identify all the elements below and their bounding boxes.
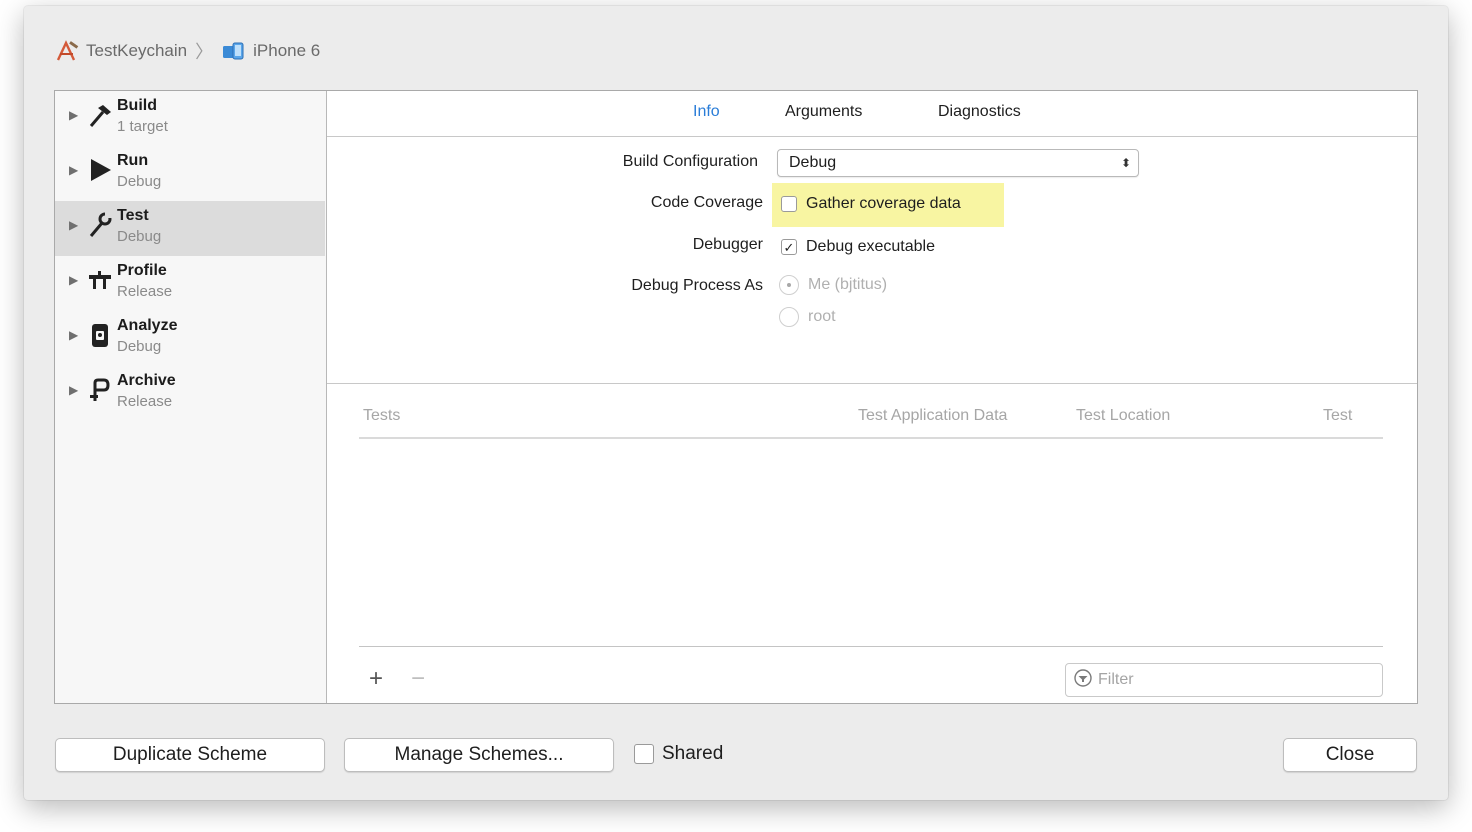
sidebar-item-sublabel: Debug	[117, 173, 162, 190]
close-button[interactable]: Close	[1283, 738, 1417, 772]
shared-checkbox-row[interactable]: Shared	[634, 743, 723, 765]
radio-me[interactable]	[779, 275, 799, 295]
sidebar-item-label: Build	[117, 97, 157, 114]
sidebar-item-test[interactable]: ▶ Test Debug	[55, 201, 325, 256]
scheme-editor-window: TestKeychain 〉 iPhone 6 ▶ Build 1 target	[24, 6, 1448, 800]
tests-table-body[interactable]	[359, 441, 1383, 646]
debugger-label: Debugger	[692, 236, 763, 253]
tab-info[interactable]: Info	[693, 103, 720, 121]
manage-schemes-button[interactable]: Manage Schemes...	[344, 738, 614, 772]
radio-root-row[interactable]: root	[779, 307, 836, 327]
breadcrumb: TestKeychain 〉 iPhone 6	[54, 40, 320, 62]
shared-label: Shared	[662, 743, 724, 764]
tests-table-header: Tests Test Application Data Test Locatio…	[359, 405, 1383, 439]
sidebar-item-profile[interactable]: ▶ Profile Release	[55, 256, 325, 311]
sidebar-item-label: Test	[117, 207, 149, 224]
duplicate-scheme-button[interactable]: Duplicate Scheme	[55, 738, 325, 772]
build-configuration-select[interactable]: Debug ⬍	[777, 149, 1139, 177]
sidebar-item-label: Run	[117, 152, 149, 169]
disclosure-triangle-icon[interactable]: ▶	[69, 218, 81, 232]
tab-bar: Info Arguments Diagnostics	[327, 91, 1417, 137]
sidebar-item-build[interactable]: ▶ Build 1 target	[55, 91, 325, 146]
column-header-test[interactable]: Test	[1323, 407, 1352, 425]
debug-executable-checkbox[interactable]: ✓	[781, 239, 797, 255]
radio-me-row[interactable]: Me (bjtitus)	[779, 275, 887, 295]
tab-arguments[interactable]: Arguments	[785, 103, 862, 121]
play-icon	[85, 155, 115, 185]
sidebar-item-sublabel: Release	[117, 393, 173, 410]
disclosure-triangle-icon[interactable]: ▶	[69, 163, 81, 177]
table-bottom-divider	[359, 646, 1383, 647]
sidebar-item-analyze[interactable]: ▶ Analyze Debug	[55, 311, 325, 366]
gather-coverage-row[interactable]: Gather coverage data	[781, 195, 961, 213]
filter-icon	[1074, 668, 1092, 692]
debug-executable-row[interactable]: ✓ Debug executable	[781, 238, 935, 256]
filter-placeholder: Filter	[1098, 671, 1134, 688]
analyze-icon	[85, 320, 115, 350]
column-header-tests[interactable]: Tests	[363, 407, 400, 425]
filter-field[interactable]: Filter	[1065, 663, 1383, 697]
chevron-right-icon: 〉	[195, 42, 214, 62]
section-divider	[327, 383, 1417, 384]
breadcrumb-device[interactable]: iPhone 6	[253, 41, 320, 61]
disclosure-triangle-icon[interactable]: ▶	[69, 328, 81, 342]
gather-coverage-label: Gather coverage data	[806, 195, 961, 212]
breadcrumb-project[interactable]: TestKeychain	[86, 41, 187, 61]
disclosure-triangle-icon[interactable]: ▶	[69, 383, 81, 397]
sidebar-item-label: Analyze	[117, 317, 178, 334]
scheme-editor-pane: ▶ Build 1 target ▶ Run Debug ▶ Test Debu…	[54, 90, 1418, 704]
shared-checkbox[interactable]	[634, 744, 654, 764]
xcode-project-icon	[54, 40, 80, 62]
remove-icon[interactable]: −	[411, 665, 425, 693]
profile-tools-icon	[85, 265, 115, 295]
column-header-test-location[interactable]: Test Location	[1076, 407, 1170, 425]
sidebar-item-run[interactable]: ▶ Run Debug	[55, 146, 325, 201]
updown-arrows-icon: ⬍	[1120, 156, 1131, 170]
sidebar-item-sublabel: 1 target	[117, 118, 168, 135]
build-configuration-value: Debug	[789, 154, 837, 171]
code-coverage-label: Code Coverage	[650, 194, 763, 211]
disclosure-triangle-icon[interactable]: ▶	[69, 108, 81, 122]
sidebar-item-label: Archive	[117, 372, 176, 389]
hammer-icon	[85, 100, 115, 130]
radio-me-label: Me (bjtitus)	[808, 276, 888, 293]
gather-coverage-checkbox[interactable]	[781, 196, 797, 212]
radio-root[interactable]	[779, 307, 799, 327]
sidebar-item-sublabel: Release	[117, 283, 173, 300]
scheme-actions-sidebar: ▶ Build 1 target ▶ Run Debug ▶ Test Debu…	[55, 91, 327, 703]
debug-process-as-label: Debug Process As	[631, 277, 763, 294]
sidebar-item-sublabel: Debug	[117, 228, 162, 245]
archive-icon	[85, 375, 115, 405]
sidebar-item-sublabel: Debug	[117, 338, 162, 355]
tab-diagnostics[interactable]: Diagnostics	[938, 103, 1021, 121]
column-header-test-application-data[interactable]: Test Application Data	[858, 407, 1007, 425]
iphone-simulator-icon	[221, 40, 247, 62]
sidebar-item-archive[interactable]: ▶ Archive Release	[55, 366, 325, 421]
build-configuration-label: Build Configuration	[622, 153, 758, 170]
debug-executable-label: Debug executable	[806, 238, 935, 255]
sidebar-item-label: Profile	[117, 262, 167, 279]
wrench-icon	[85, 210, 115, 240]
radio-root-label: root	[808, 308, 836, 325]
disclosure-triangle-icon[interactable]: ▶	[69, 273, 81, 287]
add-icon[interactable]: +	[369, 665, 383, 693]
